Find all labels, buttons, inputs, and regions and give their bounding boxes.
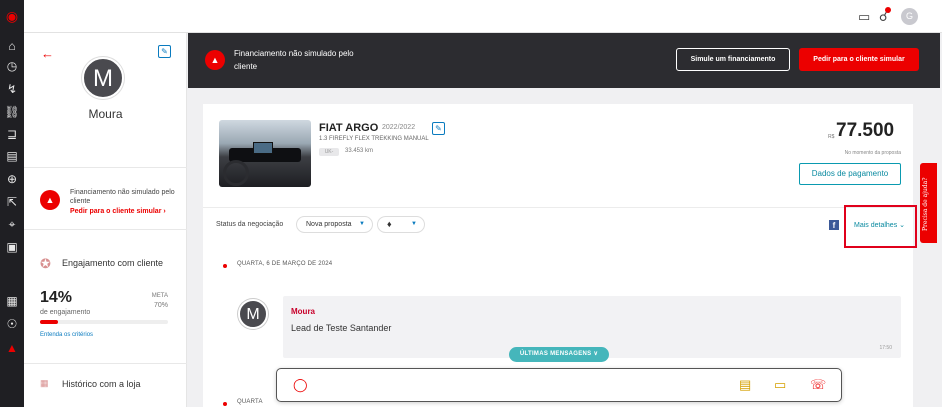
message-sender: Moura — [291, 307, 315, 316]
divider — [203, 207, 913, 208]
divider — [24, 167, 187, 168]
calendar-clock-icon[interactable]: ▤ — [739, 377, 751, 393]
top-bar: ▭ ☌ G — [24, 0, 942, 33]
meta-label: META — [151, 293, 168, 299]
lightning-icon[interactable]: ↯ — [4, 81, 20, 97]
message-icon[interactable]: ▭ — [774, 377, 786, 393]
santander-flame-icon: ▲ — [205, 50, 225, 70]
car-plus-icon[interactable]: ⛓ — [4, 104, 20, 120]
back-arrow-icon[interactable]: ← — [41, 46, 54, 61]
tag-icon: ♦ — [387, 219, 392, 229]
chat-search-icon[interactable]: ◯ — [293, 377, 308, 393]
edit-customer-icon[interactable]: ✎ — [158, 45, 171, 58]
vehicle-title: FIAT ARGO — [319, 122, 379, 134]
user-avatar[interactable]: G — [901, 8, 918, 25]
message-time: 17:50 — [879, 345, 892, 351]
mushroom-icon[interactable]: ▲ — [4, 340, 20, 356]
meta-value: 70% — [153, 302, 168, 309]
target-icon[interactable]: ⌖ — [4, 216, 20, 232]
last-messages-button[interactable]: ÚLTIMAS MENSAGENS ∨ — [509, 347, 609, 362]
vehicle-year: 2022/2022 — [382, 124, 416, 131]
currency-label: R$ — [828, 134, 835, 140]
financing-banner: ▲ Financiamento não simulado pelo client… — [188, 33, 940, 88]
status-dropdown[interactable]: Nova proposta ▼ — [296, 216, 373, 233]
card-icon[interactable]: ▣ — [4, 239, 20, 255]
phone-icon[interactable]: ☏ — [810, 377, 826, 393]
cart-icon[interactable]: ⊒ — [4, 126, 20, 142]
engagement-header: ✪ Engajamento com cliente — [40, 256, 163, 272]
edit-vehicle-icon[interactable]: ✎ — [432, 122, 445, 135]
help-tab[interactable]: Precisa de ajuda? — [920, 163, 937, 243]
banner-text: Financiamento não simulado pelo cliente — [234, 49, 354, 71]
timeline-dot — [223, 264, 227, 268]
customer-avatar: M — [82, 57, 124, 99]
notification-badge — [885, 7, 891, 13]
price-note: No momento da proposta — [844, 150, 901, 156]
timeline-dot — [223, 402, 227, 406]
status-value: Nova proposta — [306, 221, 352, 228]
divider — [24, 363, 187, 364]
icon-rail: ◉ ⌂ ◷ ↯ ⛓ ⊒ ▤ ⊕ ⇱ ⌖ ▣ ▦ ☉ ▲ — [0, 0, 24, 407]
payment-details-button[interactable]: Dados de pagamento — [799, 163, 901, 185]
tag-dropdown[interactable]: ♦ ▼ — [377, 216, 425, 233]
pointer-icon[interactable]: ⇱ — [4, 194, 20, 210]
help-circle-icon[interactable]: ☉ — [4, 316, 20, 332]
customer-panel: ← ✎ M Moura ▲ Financiamento não simulado… — [24, 33, 187, 407]
engagement-percent: 14% — [40, 289, 73, 306]
message-text: Lead de Teste Santander — [291, 323, 392, 333]
photo-wheel — [223, 160, 249, 186]
message-avatar: M — [238, 299, 268, 329]
engagement-progress-fill — [40, 320, 58, 324]
engagement-label: de engajamento — [40, 309, 91, 316]
request-simulation-link[interactable]: Pedir para o cliente simular › — [70, 208, 166, 215]
santander-flame-icon: ▲ — [40, 190, 60, 210]
timeline-date: QUARTA, 6 DE MARÇO DE 2024 — [237, 261, 333, 267]
home-icon[interactable]: ⌂ — [4, 38, 20, 54]
star-badge-icon: ✪ — [40, 256, 51, 271]
criteria-link[interactable]: Entenda os critérios — [40, 332, 93, 338]
vehicle-km: 33.453 km — [345, 148, 374, 154]
history-title: Histórico com a loja — [62, 379, 141, 389]
vehicle-version: 1.3 FIREFLY FLEX TREKKING MANUAL — [319, 136, 429, 142]
vehicle-photo[interactable] — [219, 120, 311, 187]
clock-icon[interactable]: ◷ — [4, 58, 20, 74]
vehicle-price: 77.500 — [836, 120, 895, 141]
chevron-down-icon: ▼ — [411, 221, 417, 227]
engagement-progress — [40, 320, 168, 324]
facebook-icon[interactable]: f — [829, 220, 839, 230]
simulate-financing-button[interactable]: Simule um financiamento — [676, 48, 790, 71]
engagement-title: Engajamento com cliente — [62, 258, 164, 268]
negotiation-status-label: Status da negociação — [216, 221, 284, 228]
chat-icon[interactable]: ▭ — [858, 9, 870, 25]
more-details-link[interactable]: Mais detalhes ⌄ — [854, 221, 905, 229]
history-header[interactable]: ▦ Histórico com a loja — [40, 378, 141, 389]
calendar-icon[interactable]: ▤ — [4, 148, 20, 164]
history-icon: ▦ — [40, 378, 49, 388]
santander-logo-icon[interactable]: ◉ — [4, 8, 20, 24]
id-card-icon[interactable]: ▦ — [4, 293, 20, 309]
customer-name: Moura — [88, 107, 123, 121]
financing-status-text: Financiamento não simulado pelo cliente — [70, 189, 175, 205]
request-simulation-button[interactable]: Pedir para o cliente simular — [799, 48, 919, 71]
deal-card: FIAT ARGO 2022/2022 ✎ 1.3 FIREFLY FLEX T… — [203, 104, 917, 407]
plus-circle-icon[interactable]: ⊕ — [4, 171, 20, 187]
app-root: ◉ ⌂ ◷ ↯ ⛓ ⊒ ▤ ⊕ ⇱ ⌖ ▣ ▦ ☉ ▲ ▭ ☌ G ← ✎ M … — [0, 0, 942, 407]
chat-action-bar: ◯ ▤ ▭ ☏ — [276, 368, 842, 402]
timeline-date: QUARTA — [237, 399, 263, 405]
help-tab-label: Precisa de ajuda? — [922, 177, 929, 231]
divider — [24, 229, 187, 230]
km-tag: UK- — [319, 148, 339, 156]
chevron-down-icon: ▼ — [359, 221, 365, 227]
photo-screen — [253, 142, 273, 154]
